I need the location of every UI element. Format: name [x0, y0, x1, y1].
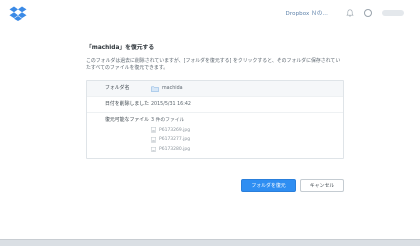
folder-name-text: machida	[162, 86, 183, 92]
account-name-placeholder[interactable]	[382, 10, 404, 16]
dropbox-logo-icon[interactable]	[9, 6, 27, 21]
file-name: P6173280.jpg	[159, 146, 191, 152]
restore-dialog: 「machida」を復元する このフォルダは過去に削除されていますが、[フォルダ…	[86, 44, 344, 192]
restore-folder-button[interactable]: フォルダを復元	[241, 179, 296, 192]
file-name: P6173277.jpg	[159, 137, 191, 143]
dialog-buttons: フォルダを復元 キャンセル	[241, 179, 344, 192]
image-file-icon	[151, 146, 156, 153]
dialog-title: 「machida」を復元する	[86, 45, 155, 51]
file-list: P6173269.jpg P6173277.jpg P6173280.jpg	[151, 125, 190, 154]
folder-name-row: フォルダ名 machida	[87, 81, 343, 98]
deleted-date-label: 日付を削除しました	[105, 101, 150, 108]
list-item: P6173277.jpg	[151, 135, 190, 145]
restorable-files-row: 復元可能なファイル 3 件のファイル P6173269.jpg P6173277…	[87, 113, 343, 158]
deleted-date-row: 日付を削除しました 2015/5/31 16:42	[87, 97, 343, 114]
deleted-date-value: 2015/5/31 16:42	[151, 102, 191, 108]
file-name: P6173269.jpg	[159, 127, 191, 133]
file-count: 3 件のファイル	[151, 118, 185, 124]
app-window: Dropbox Ｎの... 「machida」を復元する このフォルダは過去に削…	[0, 0, 420, 240]
list-item: P6173280.jpg	[151, 145, 190, 155]
restorable-files-value: 3 件のファイル P6173269.jpg P6173277.jpg P6173…	[151, 117, 190, 154]
account-icon[interactable]	[364, 9, 372, 17]
dialog-description: このフォルダは過去に削除されていますが、[フォルダを復元する] をクリックすると…	[86, 58, 341, 72]
bell-icon[interactable]	[346, 9, 354, 17]
image-file-icon	[151, 137, 156, 143]
cancel-button[interactable]: キャンセル	[300, 179, 344, 192]
image-file-icon	[151, 127, 156, 133]
topbar: Dropbox Ｎの...	[286, 6, 404, 20]
restore-info-box: フォルダ名 machida 日付を削除しました 2015/5/31 16:42 …	[86, 80, 344, 160]
list-item: P6173269.jpg	[151, 125, 190, 135]
upgrade-link[interactable]: Dropbox Ｎの...	[286, 9, 328, 17]
restorable-files-label: 復元可能なファイル	[105, 117, 150, 124]
folder-icon	[151, 86, 159, 92]
folder-name-label: フォルダ名	[105, 85, 130, 92]
folder-name-value: machida	[151, 85, 183, 92]
